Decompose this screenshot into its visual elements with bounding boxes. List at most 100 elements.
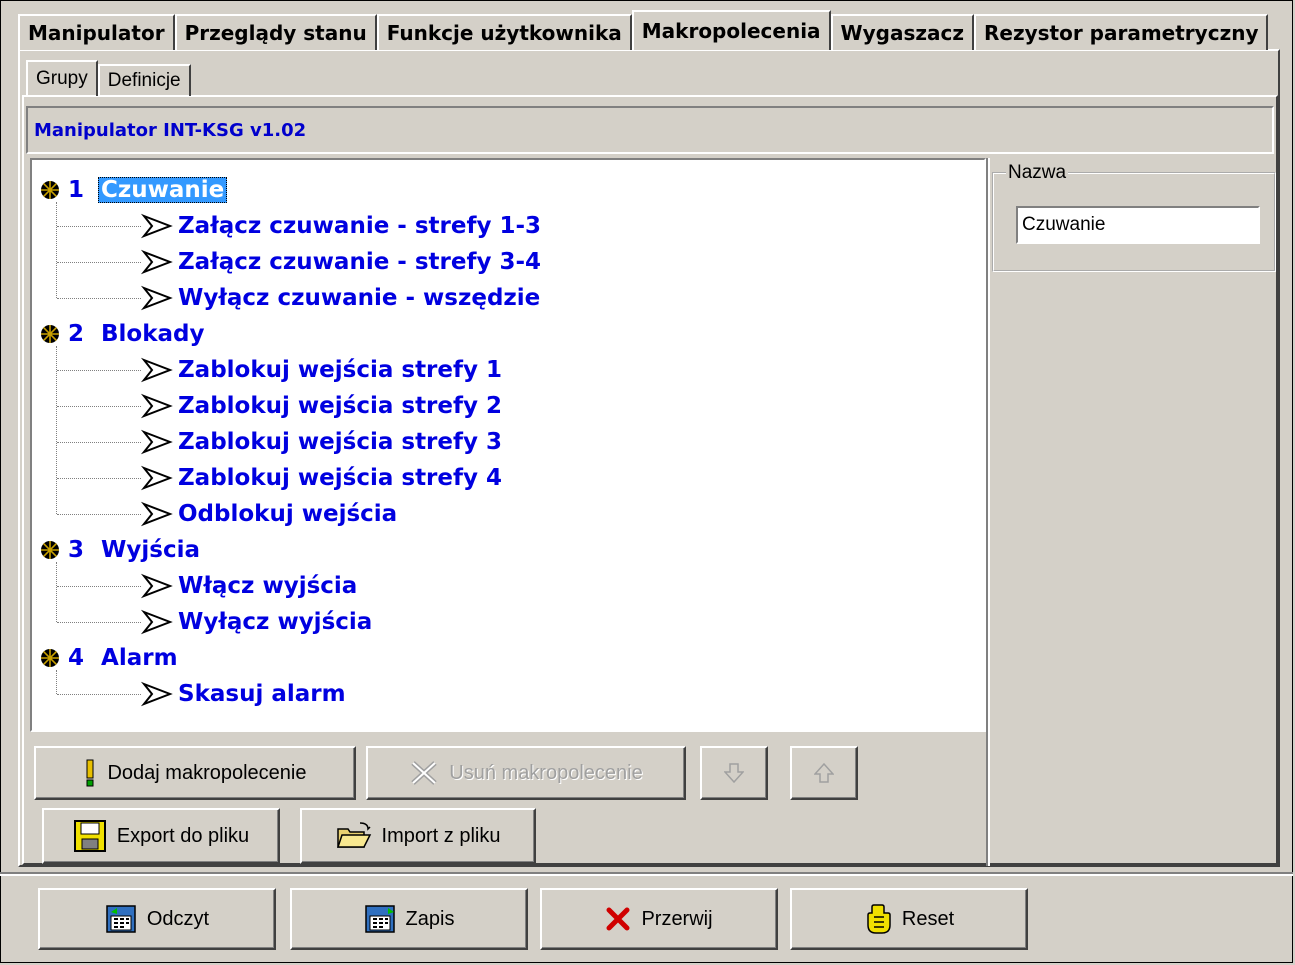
reset-label: Reset	[901, 907, 955, 930]
tree-connector	[57, 262, 141, 263]
group-label[interactable]: Alarm	[98, 645, 181, 671]
write-label: Zapis	[405, 907, 455, 930]
macro-label: Zablokuj wejścia strefy 4	[178, 465, 503, 491]
read-device-icon	[106, 905, 136, 933]
abort-button[interactable]: Przerwij	[540, 888, 778, 950]
tree-item[interactable]: Odblokuj wejścia	[140, 496, 397, 532]
tree-connector	[56, 346, 57, 514]
add-macro-button[interactable]: Dodaj makropolecenie	[34, 746, 356, 800]
macro-label: Wyłącz czuwanie - wszędzie	[178, 285, 541, 311]
macro-label: Załącz czuwanie - strefy 3-4	[178, 249, 542, 275]
tree-connector	[57, 442, 141, 443]
import-label: Import z pliku	[381, 824, 501, 847]
tree-item[interactable]: Wyłącz czuwanie - wszędzie	[140, 280, 540, 316]
tree-item[interactable]: Wyłącz wyjścia	[140, 604, 372, 640]
tab-funkcje-uzytkownika[interactable]: Funkcje użytkownika	[376, 14, 632, 50]
tree-connector	[57, 406, 141, 407]
macro-label: Zablokuj wejścia strefy 3	[178, 429, 503, 455]
group-icon	[41, 649, 59, 667]
red-x-icon	[606, 907, 630, 931]
macro-label: Wyłącz wyjścia	[178, 609, 373, 635]
group-icon	[41, 325, 59, 343]
macro-arrow-icon	[140, 357, 173, 383]
tree-connector	[57, 298, 141, 299]
group-label[interactable]: Wyjścia	[98, 537, 203, 563]
tree-connector	[57, 370, 141, 371]
abort-label: Przerwij	[641, 907, 713, 930]
macro-label: Włącz wyjścia	[178, 573, 358, 599]
export-button[interactable]: Export do pliku	[42, 808, 280, 864]
tree-item[interactable]: Zablokuj wejścia strefy 4	[140, 460, 502, 496]
arrow-down-icon	[724, 763, 744, 784]
tab-makropolecenia[interactable]: Makropolecenia	[631, 10, 831, 50]
tree-group[interactable]: 1 Czuwanie	[40, 172, 228, 208]
macro-arrow-icon	[140, 285, 173, 311]
macro-label: Zablokuj wejścia strefy 1	[178, 357, 503, 383]
macro-arrow-icon	[140, 609, 173, 635]
tree-connector	[56, 202, 57, 298]
import-button[interactable]: Import z pliku	[300, 808, 536, 864]
arrow-up-icon	[814, 762, 834, 783]
name-legend: Nazwa	[1006, 162, 1069, 184]
group-label[interactable]: Czuwanie	[98, 177, 228, 203]
tab-rezystor-parametryczny[interactable]: Rezystor parametryczny	[974, 14, 1269, 50]
group-number: 2	[68, 321, 85, 347]
tab-przeglady-stanu[interactable]: Przeglądy stanu	[174, 14, 377, 50]
tree-group[interactable]: 2 Blokady	[40, 316, 208, 352]
tree-connector	[57, 586, 141, 587]
tree-connector	[57, 478, 141, 479]
tree-connector	[57, 226, 141, 227]
tree-connector	[57, 694, 141, 695]
tree-connector	[56, 562, 57, 622]
tree-group[interactable]: 4 Alarm	[40, 640, 181, 676]
tab-wygaszacz[interactable]: Wygaszacz	[830, 14, 974, 50]
macro-label: Zablokuj wejścia strefy 2	[178, 393, 503, 419]
macro-arrow-icon	[140, 429, 173, 455]
group-number: 4	[68, 645, 85, 671]
remove-macro-label: Usuń makropolecenie	[449, 761, 643, 784]
reset-button[interactable]: Reset	[790, 888, 1028, 950]
add-macro-label: Dodaj makropolecenie	[107, 761, 307, 784]
read-label: Odczyt	[146, 907, 210, 930]
macro-arrow-icon	[140, 573, 173, 599]
tree-item[interactable]: Skasuj alarm	[140, 676, 346, 712]
group-icon	[41, 181, 59, 199]
tree-item[interactable]: Zablokuj wejścia strefy 2	[140, 388, 502, 424]
device-title: Manipulator INT-KSG v1.02	[26, 106, 1274, 154]
macro-arrow-icon	[140, 393, 173, 419]
move-down-button[interactable]	[700, 746, 768, 800]
panel-divider	[986, 158, 990, 866]
macro-label: Odblokuj wejścia	[178, 501, 398, 527]
macro-tree[interactable]: 1 Czuwanie Załącz czuwanie - strefy 1-3 …	[30, 158, 986, 732]
reset-hand-icon	[867, 904, 891, 934]
macro-arrow-icon	[140, 213, 173, 239]
tab-definicje[interactable]: Definicje	[97, 64, 191, 96]
tree-item[interactable]: Włącz wyjścia	[140, 568, 357, 604]
macro-arrow-icon	[140, 465, 173, 491]
tab-grupy[interactable]: Grupy	[26, 60, 98, 96]
tree-group[interactable]: 3 Wyjścia	[40, 532, 203, 568]
tree-item[interactable]: Zablokuj wejścia strefy 3	[140, 424, 502, 460]
group-number: 1	[68, 177, 85, 203]
export-label: Export do pliku	[116, 824, 250, 847]
tree-item[interactable]: Zablokuj wejścia strefy 1	[140, 352, 502, 388]
tree-connector	[57, 622, 141, 623]
tree-item[interactable]: Załącz czuwanie - strefy 1-3	[140, 208, 541, 244]
sub-tab-strip: Grupy Definicje	[26, 60, 191, 96]
macro-arrow-icon	[140, 681, 173, 707]
remove-macro-button[interactable]: Usuń makropolecenie	[366, 746, 686, 800]
group-label[interactable]: Blokady	[98, 321, 208, 347]
floppy-disk-icon	[73, 820, 106, 852]
tree-connector	[57, 514, 141, 515]
macro-arrow-icon	[140, 249, 173, 275]
tab-manipulator[interactable]: Manipulator	[18, 14, 175, 50]
macro-arrow-icon	[140, 501, 173, 527]
move-up-button[interactable]	[790, 746, 858, 800]
name-field[interactable]	[1016, 206, 1260, 244]
read-button[interactable]: Odczyt	[38, 888, 276, 950]
exclamation-icon	[86, 759, 94, 787]
bottom-separator	[0, 872, 1293, 876]
write-button[interactable]: Zapis	[290, 888, 528, 950]
tree-item[interactable]: Załącz czuwanie - strefy 3-4	[140, 244, 541, 280]
top-tab-strip: Manipulator Przeglądy stanu Funkcje użyt…	[18, 10, 1269, 50]
